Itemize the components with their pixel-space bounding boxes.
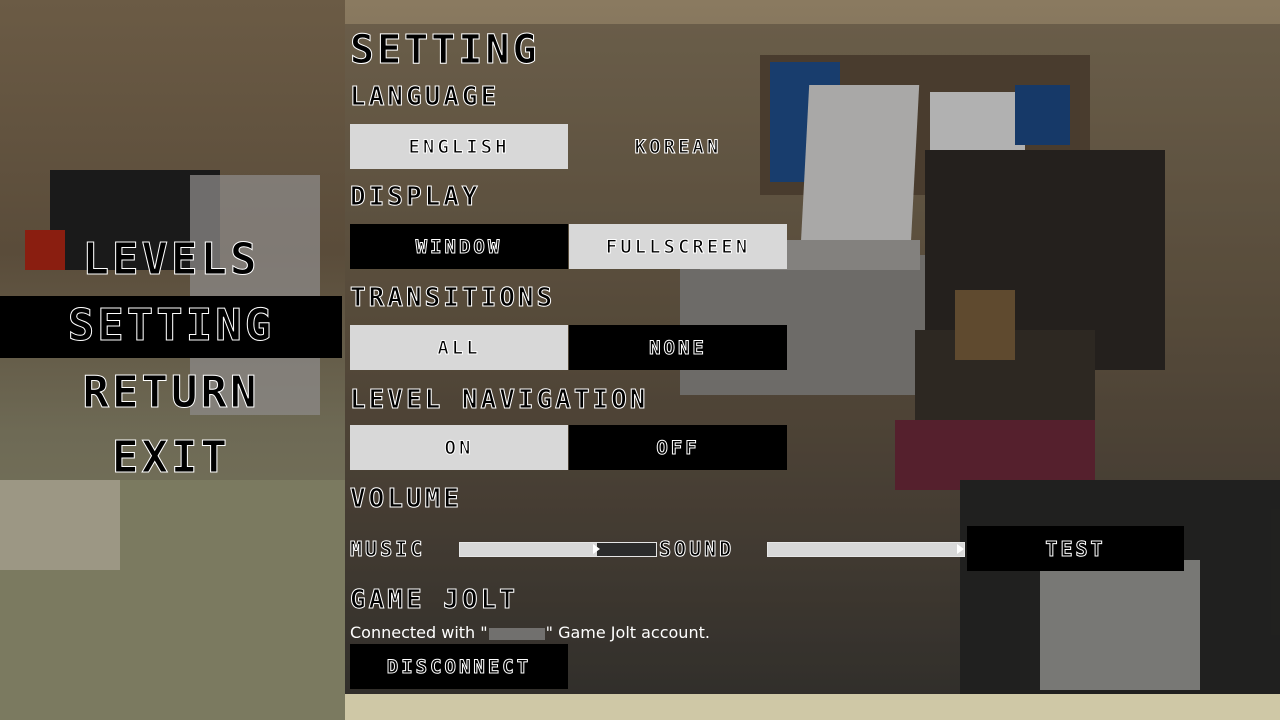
status-prefix: Connected with " [350, 623, 488, 642]
display-heading: DISPLAY [350, 182, 481, 213]
game-jolt-heading: GAME JOLT [350, 585, 518, 616]
level-navigation-heading: LEVEL NAVIGATION [349, 385, 649, 416]
game-jolt-status: Connected with " " Game Jolt account. [350, 623, 710, 642]
floor-block [0, 480, 120, 570]
transitions-all-button[interactable]: ALL [350, 325, 568, 370]
language-heading: LANGUAGE [349, 82, 500, 113]
menu-return[interactable]: RETURN [0, 363, 342, 425]
language-korean-button[interactable]: KOREAN [569, 124, 787, 169]
status-suffix: " Game Jolt account. [545, 623, 710, 642]
volume-heading: VOLUME [350, 484, 462, 515]
display-window-button[interactable]: WINDOW [350, 224, 568, 269]
language-english-button[interactable]: ENGLISH [350, 124, 568, 169]
sound-volume-slider[interactable] [767, 542, 965, 557]
redacted-username [488, 627, 545, 640]
menu-exit[interactable]: EXIT [0, 428, 342, 490]
sound-slider-fill [768, 543, 964, 556]
display-fullscreen-button[interactable]: FULLSCREEN [569, 224, 787, 269]
level-navigation-on-button[interactable]: ON [350, 425, 568, 470]
sound-slider-handle[interactable] [957, 544, 964, 554]
transitions-heading: TRANSITIONS [349, 283, 556, 314]
music-volume-slider[interactable] [459, 542, 657, 557]
page-title: SETTING [350, 27, 540, 73]
transitions-none-button[interactable]: NONE [569, 325, 787, 370]
music-label: MUSIC [349, 537, 426, 562]
menu-levels[interactable]: LEVELS [0, 230, 342, 292]
level-navigation-off-button[interactable]: OFF [569, 425, 787, 470]
music-slider-handle[interactable] [593, 544, 600, 554]
bottom-strip [345, 694, 1280, 720]
menu-setting[interactable]: SETTING [0, 296, 342, 358]
disconnect-button[interactable]: DISCONNECT [350, 644, 568, 689]
test-sound-button[interactable]: TEST [967, 526, 1184, 571]
music-slider-fill [460, 543, 597, 556]
sound-label: SOUND [658, 537, 735, 562]
